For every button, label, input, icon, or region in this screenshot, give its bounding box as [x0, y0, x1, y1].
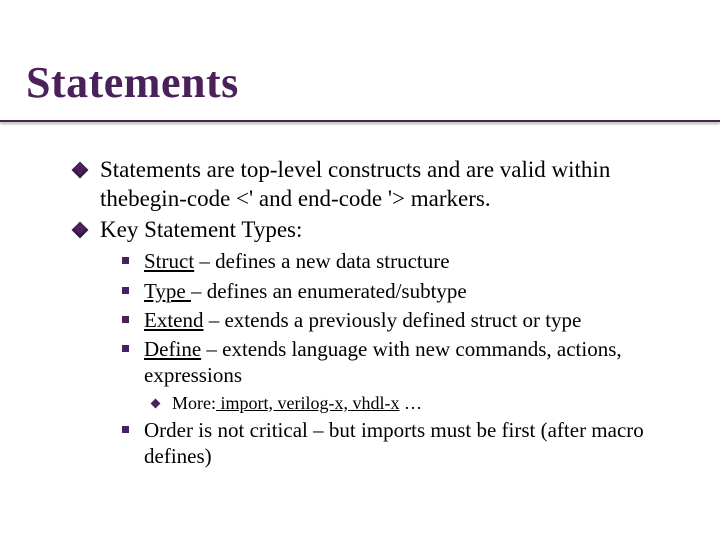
list-item: Define – extends language with new comma…: [122, 336, 680, 389]
more-tail: …: [399, 393, 422, 413]
term: Extend: [144, 308, 203, 332]
definition: – defines a new data structure: [194, 249, 449, 273]
list-item: Extend – extends a previously defined st…: [122, 307, 680, 333]
bullet-item: Statements are top-level constructs and …: [74, 156, 680, 214]
slide-title: Statements: [26, 60, 720, 106]
bullet-item: Key Statement Types:: [74, 216, 680, 245]
definition: – defines an enumerated/subtype: [191, 279, 467, 303]
more-list: import, verilog-x, vhdl-x: [216, 393, 399, 413]
definition: – extends language with new commands, ac…: [144, 337, 622, 387]
list-item: Struct – defines a new data structure: [122, 248, 680, 274]
term: Struct: [144, 249, 194, 273]
list-item: Order is not critical – but imports must…: [122, 417, 680, 470]
sub-sub-list: More: import, verilog-x, vhdl-x …: [152, 392, 680, 415]
title-underline: [0, 120, 720, 122]
more-label: More:: [172, 393, 216, 413]
term: Define: [144, 337, 201, 361]
list-item: More: import, verilog-x, vhdl-x …: [152, 392, 680, 415]
slide-body: Statements are top-level constructs and …: [0, 106, 720, 470]
definition: – extends a previously defined struct or…: [203, 308, 581, 332]
sub-list: Struct – defines a new data structure Ty…: [122, 248, 680, 469]
term: Type: [144, 279, 191, 303]
list-item: Type – defines an enumerated/subtype: [122, 278, 680, 304]
